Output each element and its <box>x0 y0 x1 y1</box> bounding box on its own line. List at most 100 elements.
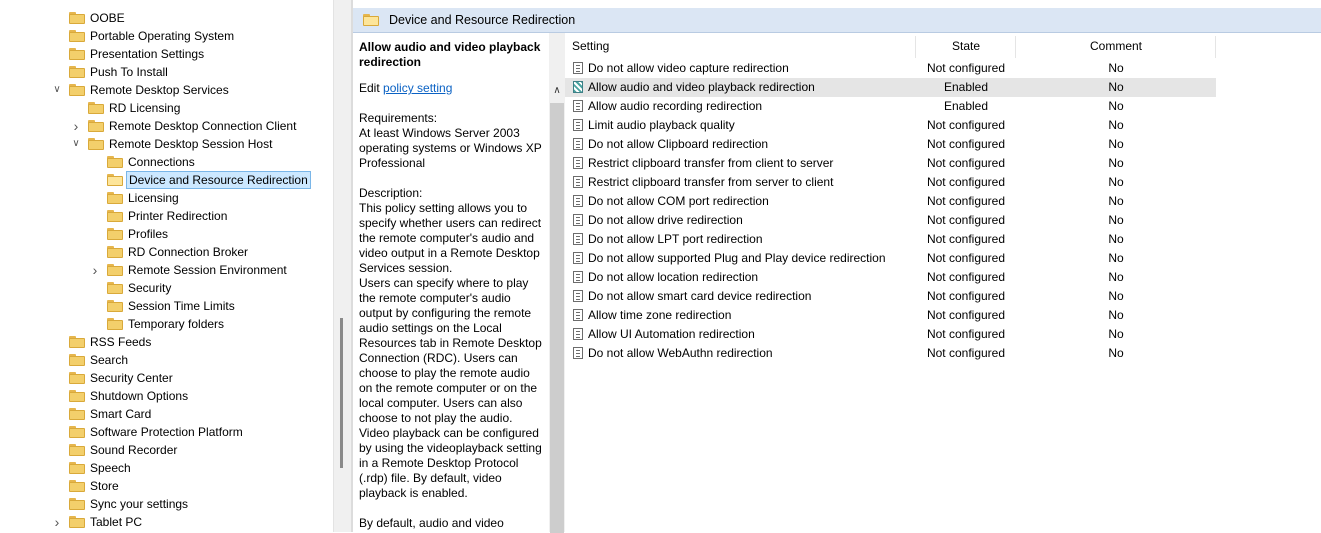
folder-icon <box>69 372 85 384</box>
policy-setting-icon <box>573 100 583 112</box>
setting-state: Not configured <box>926 137 1006 151</box>
tree-item[interactable]: Connections <box>0 153 333 171</box>
setting-row[interactable]: Do not allow location redirection Not con… <box>565 268 1216 287</box>
chevron-right-icon[interactable]: › <box>51 513 63 531</box>
tree-item[interactable]: Store <box>0 477 333 495</box>
tree-item[interactable]: Session Time Limits <box>0 297 333 315</box>
column-divider[interactable] <box>1215 36 1216 58</box>
tree-item[interactable]: Speech <box>0 459 333 477</box>
setting-name: Allow audio recording redirection <box>588 99 763 113</box>
tree-item[interactable]: Sound Recorder <box>0 441 333 459</box>
setting-state: Not configured <box>926 270 1006 284</box>
setting-row[interactable]: Allow time zone redirection Not configure… <box>565 306 1216 325</box>
setting-row[interactable]: Allow audio and video playback redirecti… <box>565 78 1216 97</box>
folder-icon <box>69 30 85 42</box>
tree-item[interactable]: Security <box>0 279 333 297</box>
setting-comment: No <box>1108 175 1124 189</box>
folder-icon <box>69 12 85 24</box>
tree-item-label: Security <box>128 281 172 295</box>
setting-name: Allow UI Automation redirection <box>588 327 755 341</box>
tree-item[interactable]: Search <box>0 351 333 369</box>
chevron-right-icon[interactable]: › <box>70 117 82 135</box>
tree-item[interactable]: ∨ Remote Desktop Session Host <box>0 135 333 153</box>
tree-item[interactable]: Sync your settings <box>0 495 333 513</box>
setting-row[interactable]: Allow UI Automation redirection Not confi… <box>565 325 1216 344</box>
tree-item[interactable]: Profiles <box>0 225 333 243</box>
policy-setting-icon <box>573 252 583 264</box>
description-scrollbar[interactable]: ∧ <box>549 33 565 533</box>
tree-item[interactable]: Push To Install <box>0 63 333 81</box>
tree-item[interactable]: Shutdown Options <box>0 387 333 405</box>
tree-item-label: Push To Install <box>90 65 168 79</box>
tree-item[interactable]: Security Center <box>0 369 333 387</box>
tree-item-label: Smart Card <box>90 407 152 421</box>
details-pane: Device and Resource Redirection Allow au… <box>353 0 1321 533</box>
folder-icon <box>69 426 85 438</box>
setting-row[interactable]: Do not allow LPT port redirection Not con… <box>565 230 1216 249</box>
tree-item[interactable]: › Remote Session Environment <box>0 261 333 279</box>
column-header-setting[interactable]: Setting <box>572 33 609 59</box>
column-header-state[interactable]: State <box>916 33 1016 59</box>
setting-name: Do not allow smart card device redirecti… <box>588 289 812 303</box>
setting-name: Do not allow Clipboard redirection <box>588 137 769 151</box>
setting-state: Not configured <box>926 346 1006 360</box>
setting-row[interactable]: Allow audio recording redirection Enabled… <box>565 97 1216 116</box>
setting-row[interactable]: Do not allow WebAuthn redirection Not con… <box>565 344 1216 363</box>
setting-comment: No <box>1108 327 1124 341</box>
description-scrollbar-thumb[interactable] <box>550 103 564 533</box>
folder-icon <box>107 246 123 258</box>
setting-row[interactable]: Do not allow video capture redirection No… <box>565 59 1216 78</box>
setting-name: Do not allow LPT port redirection <box>588 232 763 246</box>
folder-icon <box>69 336 85 348</box>
setting-name: Do not allow location redirection <box>588 270 759 284</box>
policy-setting-icon <box>573 81 583 93</box>
folder-icon <box>69 516 85 528</box>
setting-row[interactable]: Do not allow smart card device redirecti… <box>565 287 1216 306</box>
folder-icon <box>107 210 123 222</box>
setting-name: Limit audio playback quality <box>588 118 735 132</box>
folder-icon <box>107 174 123 186</box>
tree-item-label: Tablet PC <box>90 515 143 529</box>
tree-item[interactable]: RSS Feeds <box>0 333 333 351</box>
chevron-down-icon[interactable]: ∨ <box>51 81 63 99</box>
setting-row[interactable]: Restrict clipboard transfer from server … <box>565 173 1216 192</box>
tree-item-label: Security Center <box>90 371 173 385</box>
chevron-right-icon[interactable]: › <box>89 261 101 279</box>
setting-comment: No <box>1108 80 1124 94</box>
tree-item-label: Presentation Settings <box>90 47 205 61</box>
setting-row[interactable]: Do not allow supported Plug and Play dev… <box>565 249 1216 268</box>
scroll-up-icon[interactable]: ∧ <box>551 85 563 97</box>
tree-item[interactable]: RD Connection Broker <box>0 243 333 261</box>
folder-icon <box>69 408 85 420</box>
folder-icon <box>107 192 123 204</box>
tree-item[interactable]: RD Licensing <box>0 99 333 117</box>
setting-state: Not configured <box>926 327 1006 341</box>
setting-row[interactable]: Limit audio playback quality Not configur… <box>565 116 1216 135</box>
tree-scrollbar-thumb[interactable] <box>340 318 343 468</box>
chevron-down-icon[interactable]: ∨ <box>70 135 82 153</box>
tree-item[interactable]: Device and Resource Redirection <box>0 171 333 189</box>
tree-item[interactable]: › Tablet PC <box>0 513 333 531</box>
tree-item[interactable]: Printer Redirection <box>0 207 333 225</box>
policy-setting-icon <box>573 233 583 245</box>
setting-row[interactable]: Do not allow COM port redirection Not con… <box>565 192 1216 211</box>
policy-setting-link[interactable]: policy setting <box>383 81 452 95</box>
description-paragraph-1: This policy setting allows you to specif… <box>359 201 542 275</box>
tree-item[interactable]: ∨ Remote Desktop Services <box>0 81 333 99</box>
tree-item[interactable]: › Remote Desktop Connection Client <box>0 117 333 135</box>
tree-item-label: Speech <box>90 461 131 475</box>
setting-row[interactable]: Do not allow Clipboard redirection Not co… <box>565 135 1216 154</box>
setting-state: Not configured <box>926 156 1006 170</box>
tree-item[interactable]: Portable Operating System <box>0 27 333 45</box>
tree-item[interactable]: Presentation Settings <box>0 45 333 63</box>
tree-item[interactable]: OOBE <box>0 9 333 27</box>
tree-item[interactable]: Smart Card <box>0 405 333 423</box>
folder-icon <box>88 138 104 150</box>
tree-item[interactable]: Licensing <box>0 189 333 207</box>
tree-scrollbar[interactable] <box>333 0 352 532</box>
setting-row[interactable]: Do not allow drive redirection Not config… <box>565 211 1216 230</box>
column-header-comment[interactable]: Comment <box>1016 33 1216 59</box>
tree-item[interactable]: Temporary folders <box>0 315 333 333</box>
tree-item[interactable]: Software Protection Platform <box>0 423 333 441</box>
setting-row[interactable]: Restrict clipboard transfer from client … <box>565 154 1216 173</box>
